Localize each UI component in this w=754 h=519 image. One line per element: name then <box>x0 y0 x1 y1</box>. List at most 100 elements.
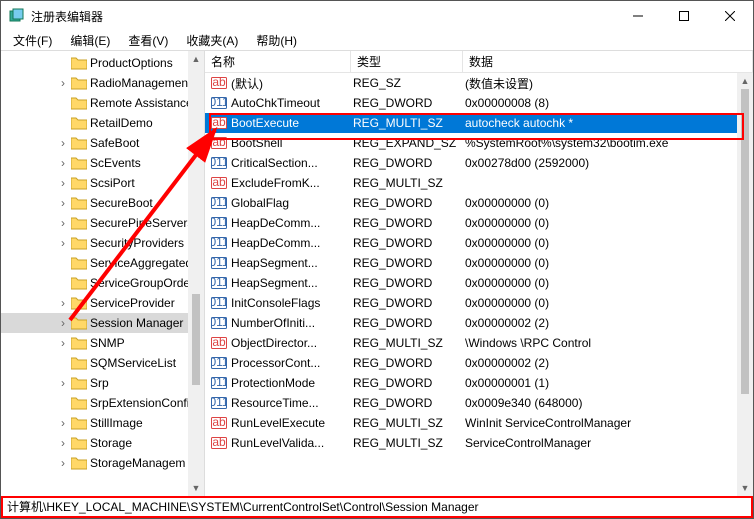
svg-text:011: 011 <box>211 235 227 249</box>
value-data: 0x00000002 (2) <box>465 316 753 330</box>
tree-item[interactable]: ServiceGroupOrde <box>1 273 204 293</box>
expand-icon[interactable]: › <box>55 76 71 90</box>
tree-item[interactable]: ›ScEvents <box>1 153 204 173</box>
value-row[interactable]: abObjectDirector...REG_MULTI_SZ\Windows … <box>205 333 753 353</box>
minimize-button[interactable] <box>615 1 661 31</box>
value-name: HeapDeComm... <box>231 216 353 230</box>
maximize-button[interactable] <box>661 1 707 31</box>
value-row[interactable]: 011HeapDeComm...REG_DWORD0x00000000 (0) <box>205 233 753 253</box>
value-name: RunLevelExecute <box>231 416 353 430</box>
value-row[interactable]: 011HeapSegment...REG_DWORD0x00000000 (0) <box>205 253 753 273</box>
tree-item[interactable]: SQMServiceList <box>1 353 204 373</box>
tree-item[interactable]: ›Srp <box>1 373 204 393</box>
tree-item[interactable]: SrpExtensionConfi <box>1 393 204 413</box>
value-row[interactable]: abRunLevelValida...REG_MULTI_SZServiceCo… <box>205 433 753 453</box>
value-type: REG_MULTI_SZ <box>353 436 465 450</box>
tree-item[interactable]: ›SecureBoot <box>1 193 204 213</box>
tree-item[interactable]: ›ScsiPort <box>1 173 204 193</box>
scroll-down-button[interactable]: ▼ <box>188 480 204 496</box>
tree-item[interactable]: RetailDemo <box>1 113 204 133</box>
menu-help[interactable]: 帮助(H) <box>248 30 305 51</box>
value-data: 0x00000008 (8) <box>465 96 753 110</box>
value-row[interactable]: 011ResourceTime...REG_DWORD0x0009e340 (6… <box>205 393 753 413</box>
expand-icon[interactable]: › <box>55 376 71 390</box>
column-type[interactable]: 类型 <box>351 51 463 73</box>
expand-icon[interactable]: › <box>55 296 71 310</box>
tree-item[interactable]: ›SecurityProviders <box>1 233 204 253</box>
menu-bar: 文件(F) 编辑(E) 查看(V) 收藏夹(A) 帮助(H) <box>1 31 753 51</box>
expand-icon[interactable]: › <box>55 156 71 170</box>
expand-icon[interactable]: › <box>55 216 71 230</box>
value-type-icon: ab <box>211 415 227 431</box>
expand-icon[interactable]: › <box>55 196 71 210</box>
expand-icon[interactable]: › <box>55 436 71 450</box>
menu-favorites[interactable]: 收藏夹(A) <box>178 30 246 51</box>
tree-item[interactable]: ›Storage <box>1 433 204 453</box>
tree-item[interactable]: ›SafeBoot <box>1 133 204 153</box>
value-row[interactable]: ab(默认)REG_SZ(数值未设置) <box>205 73 753 93</box>
svg-text:ab: ab <box>212 135 226 149</box>
scroll-thumb[interactable] <box>741 89 749 394</box>
value-data: 0x00000000 (0) <box>465 236 753 250</box>
value-row[interactable]: abBootShellREG_EXPAND_SZ%SystemRoot%\sys… <box>205 133 753 153</box>
expand-icon[interactable]: › <box>55 236 71 250</box>
column-data[interactable]: 数据 <box>463 51 753 73</box>
expand-icon[interactable]: › <box>55 456 71 470</box>
tree-item[interactable]: ProductOptions <box>1 53 204 73</box>
column-name[interactable]: 名称 <box>205 51 351 73</box>
tree-item[interactable]: ›SecurePipeServers <box>1 213 204 233</box>
menu-file[interactable]: 文件(F) <box>5 30 60 51</box>
tree-item[interactable]: ›StorageManagem <box>1 453 204 473</box>
value-row[interactable]: 011HeapSegment...REG_DWORD0x00000000 (0) <box>205 273 753 293</box>
value-row[interactable]: abExcludeFromK...REG_MULTI_SZ <box>205 173 753 193</box>
tree-item[interactable]: ›SNMP <box>1 333 204 353</box>
expand-icon[interactable]: › <box>55 316 71 330</box>
close-button[interactable] <box>707 1 753 31</box>
value-row[interactable]: 011ProtectionModeREG_DWORD0x00000001 (1) <box>205 373 753 393</box>
list-pane: 名称 类型 数据 ab(默认)REG_SZ(数值未设置)011AutoChkTi… <box>205 51 753 496</box>
value-type: REG_DWORD <box>353 216 465 230</box>
expand-icon[interactable]: › <box>55 416 71 430</box>
value-row[interactable]: 011GlobalFlagREG_DWORD0x00000000 (0) <box>205 193 753 213</box>
value-name: BootShell <box>231 136 353 150</box>
expand-icon[interactable]: › <box>55 176 71 190</box>
tree-item[interactable]: Remote Assistance <box>1 93 204 113</box>
title-bar[interactable]: 注册表编辑器 <box>1 1 753 31</box>
window-controls <box>615 1 753 31</box>
tree-item-label: Remote Assistance <box>90 96 193 110</box>
value-name: HeapSegment... <box>231 256 353 270</box>
list-scrollbar[interactable]: ▲ ▼ <box>737 73 753 496</box>
tree-item[interactable]: ›RadioManagemen <box>1 73 204 93</box>
tree-item[interactable]: ServiceAggregated <box>1 253 204 273</box>
value-name: (默认) <box>231 75 353 92</box>
value-type: REG_DWORD <box>353 316 465 330</box>
value-row[interactable]: 011ProcessorCont...REG_DWORD0x00000002 (… <box>205 353 753 373</box>
value-data: ServiceControlManager <box>465 436 753 450</box>
tree-scrollbar[interactable]: ▲ ▼ <box>188 51 204 496</box>
value-name: HeapSegment... <box>231 276 353 290</box>
scroll-up-button[interactable]: ▲ <box>188 51 204 67</box>
tree-pane[interactable]: ProductOptions›RadioManagemen Remote Assi… <box>1 51 205 496</box>
value-name: ProtectionMode <box>231 376 353 390</box>
expand-icon[interactable]: › <box>55 136 71 150</box>
scroll-up-button[interactable]: ▲ <box>737 73 753 89</box>
value-type: REG_DWORD <box>353 396 465 410</box>
value-row[interactable]: 011AutoChkTimeoutREG_DWORD0x00000008 (8) <box>205 93 753 113</box>
value-type: REG_DWORD <box>353 376 465 390</box>
tree-item[interactable]: ›StillImage <box>1 413 204 433</box>
expand-icon[interactable]: › <box>55 336 71 350</box>
value-row[interactable]: 011CriticalSection...REG_DWORD0x00278d00… <box>205 153 753 173</box>
menu-edit[interactable]: 编辑(E) <box>62 30 118 51</box>
tree-item[interactable]: ›Session Manager <box>1 313 204 333</box>
tree-item[interactable]: ›ServiceProvider <box>1 293 204 313</box>
scroll-down-button[interactable]: ▼ <box>737 480 753 496</box>
scroll-thumb[interactable] <box>192 294 200 385</box>
value-row[interactable]: 011InitConsoleFlagsREG_DWORD0x00000000 (… <box>205 293 753 313</box>
svg-text:011: 011 <box>211 195 227 209</box>
value-row[interactable]: abRunLevelExecuteREG_MULTI_SZWinInit Ser… <box>205 413 753 433</box>
value-row[interactable]: abBootExecuteREG_MULTI_SZautocheck autoc… <box>205 113 753 133</box>
menu-view[interactable]: 查看(V) <box>120 30 176 51</box>
value-row[interactable]: 011NumberOfIniti...REG_DWORD0x00000002 (… <box>205 313 753 333</box>
value-row[interactable]: 011HeapDeComm...REG_DWORD0x00000000 (0) <box>205 213 753 233</box>
list-body[interactable]: ab(默认)REG_SZ(数值未设置)011AutoChkTimeoutREG_… <box>205 73 753 496</box>
